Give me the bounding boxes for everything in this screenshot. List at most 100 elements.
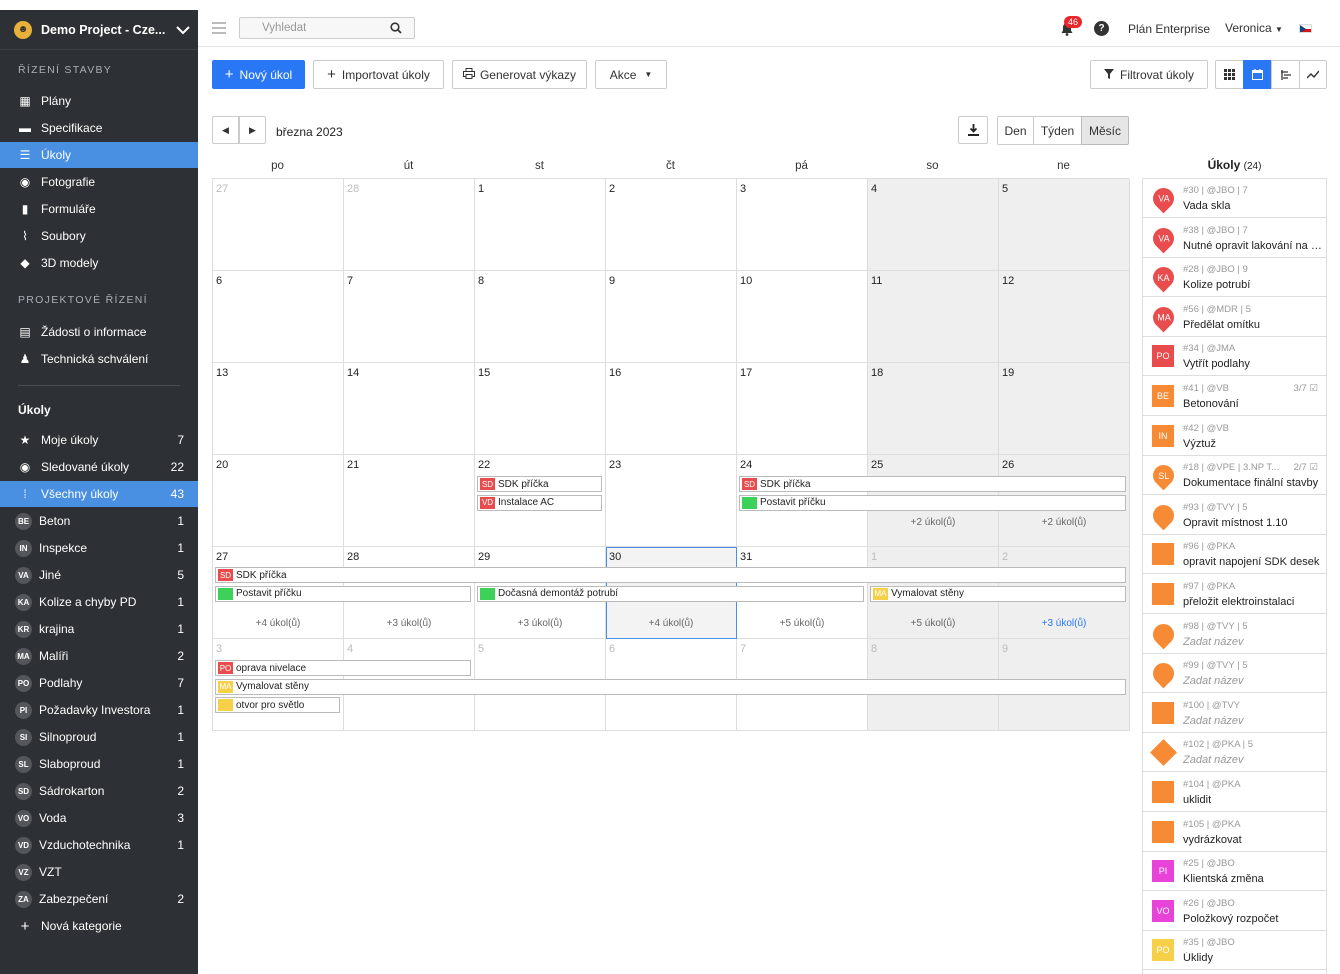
calendar-day-cell[interactable]: 23 [606, 455, 737, 547]
task-list-item[interactable]: #96 | @PKA opravit napojení SDK desek [1143, 535, 1326, 575]
calendar-day-cell[interactable]: 27 [213, 179, 344, 271]
task-list-item[interactable]: #104 | @PKA uklidit [1143, 773, 1326, 812]
sidebar-item-document[interactable]: ▤ Žádosti o informace [0, 319, 198, 345]
task-filter-item[interactable]: ⁞ Všechny úkoly 43 [0, 481, 198, 507]
actions-dropdown[interactable]: Akce ▼ [595, 60, 667, 89]
sidebar-item-paperclip[interactable]: ⌇ Soubory [0, 223, 198, 249]
calendar-event[interactable]: MA Vymalovat stěny [870, 585, 1126, 602]
filter-tasks-button[interactable]: Filtrovat úkoly [1090, 60, 1208, 89]
more-tasks-link[interactable]: +2 úkol(ů) [868, 517, 998, 528]
category-item[interactable]: PI Požadavky Investora 1 [0, 697, 198, 723]
category-item[interactable]: VA Jiné 5 [0, 562, 198, 588]
category-item[interactable]: SI Silnoproud 1 [0, 724, 198, 750]
category-item[interactable]: VO Voda 3 [0, 805, 198, 831]
new-task-button[interactable]: + Nový úkol [212, 60, 305, 89]
task-list-item[interactable]: KA #28 | @JBO | 9 Kolize potrubí [1143, 258, 1326, 298]
task-list-item[interactable]: SL #18 | @VPE | 3.NP T... Dokumentace finá… [1143, 456, 1326, 496]
calendar-day-cell[interactable]: 10 [737, 271, 868, 363]
sidebar-item-cube[interactable]: ◆ 3D modely [0, 250, 198, 276]
calendar-day-cell[interactable]: 7 [344, 271, 475, 363]
task-list-item[interactable]: VA #38 | @JBO | 7 Nutné opravit lakování n… [1143, 219, 1326, 258]
calendar-event[interactable]: otvor pro světlo [215, 697, 340, 713]
task-list-item[interactable]: PO #34 | @JMA Vytřít podlahy [1143, 337, 1326, 377]
task-list-item[interactable]: #102 | @PKA | 5 Zadat název [1143, 733, 1326, 773]
calendar-event[interactable]: Dočasná demontáž potrubí [477, 585, 864, 602]
calendar-view-button[interactable] [1243, 60, 1272, 89]
category-item[interactable]: PO Podlahy 7 [0, 670, 198, 696]
gantt-view-button[interactable] [1271, 60, 1300, 89]
download-button[interactable] [958, 116, 988, 144]
category-item[interactable]: ZA Zabezpečení 2 [0, 886, 198, 912]
plan-label[interactable]: Plán Enterprise [1128, 22, 1210, 36]
sidebar-item-clipboard[interactable]: ▮ Formuláře [0, 196, 198, 222]
category-item[interactable]: VD Vzduchotechnika 1 [0, 832, 198, 858]
hamburger-icon[interactable] [212, 22, 226, 34]
generate-reports-button[interactable]: Generovat výkazy [452, 60, 587, 89]
view-week-button[interactable]: Týden [1033, 116, 1082, 145]
calendar-event[interactable]: SD SDK příčka [739, 476, 1126, 492]
more-tasks-link[interactable]: +3 úkol(ů) [475, 618, 605, 629]
calendar-day-cell[interactable]: 18 [868, 363, 999, 455]
task-filter-item[interactable]: ★ Moje úkoly 7 [0, 427, 198, 453]
calendar-day-cell[interactable]: 13 [213, 363, 344, 455]
calendar-day-cell[interactable]: 15 [475, 363, 606, 455]
grid-view-button[interactable] [1215, 60, 1244, 89]
chart-view-button[interactable] [1299, 60, 1327, 89]
task-list-item[interactable]: VA #30 | @JBO | 7 Vada skla [1143, 179, 1326, 218]
task-list-item[interactable]: #100 | @TVY Zadat název [1143, 694, 1326, 733]
more-tasks-link[interactable]: +4 úkol(ů) [213, 618, 343, 629]
calendar-event[interactable]: SD SDK příčka [215, 567, 1126, 583]
task-list-item[interactable]: MA #56 | @MDR | 5 Předělat omítku [1143, 298, 1326, 337]
search-input[interactable]: Vyhledat [239, 17, 415, 39]
calendar-day-cell[interactable]: 2 [606, 179, 737, 271]
calendar-event[interactable]: MA Vymalovat stěny [215, 678, 1126, 695]
calendar-day-cell[interactable]: 20 [213, 455, 344, 547]
calendar-day-cell[interactable]: 4 [868, 179, 999, 271]
calendar-day-cell[interactable]: 16 [606, 363, 737, 455]
more-tasks-link[interactable]: +5 úkol(ů) [868, 618, 998, 629]
calendar-event[interactable]: Postavit příčku [215, 585, 471, 602]
calendar-day-cell[interactable]: 17 [737, 363, 868, 455]
calendar-event[interactable]: Postavit příčku [739, 494, 1126, 511]
calendar-day-cell[interactable]: 14 [344, 363, 475, 455]
task-filter-item[interactable]: ◉ Sledované úkoly 22 [0, 454, 198, 480]
view-day-button[interactable]: Den [997, 116, 1034, 145]
more-tasks-link[interactable]: +3 úkol(ů) [999, 618, 1129, 629]
task-list-item[interactable]: #105 | @PKA vydrázkovat [1143, 813, 1326, 852]
task-list-item[interactable]: #97 | @PKA přeložit elektroinstalaci [1143, 575, 1326, 614]
sidebar-item-list[interactable]: ☰ Úkoly [0, 142, 198, 168]
sidebar-item-book[interactable]: ▬ Specifikace [0, 115, 198, 141]
chevron-down-icon[interactable] [168, 22, 198, 38]
import-tasks-button[interactable]: + Importovat úkoly [313, 60, 444, 89]
category-item[interactable]: BE Beton 1 [0, 508, 198, 534]
search-icon[interactable] [390, 22, 402, 34]
calendar-day-cell[interactable]: 8 [475, 271, 606, 363]
category-item[interactable]: SD Sádrokarton 2 [0, 778, 198, 804]
category-item[interactable]: VZ VZT [0, 859, 198, 885]
task-list-item[interactable]: #98 | @TVY | 5 Zadat název [1143, 615, 1326, 654]
prev-month-button[interactable]: ◀ [212, 116, 239, 144]
task-list-item[interactable]: #93 | @TVY | 5 Opravit místnost 1.10 [1143, 496, 1326, 535]
calendar-day-cell[interactable]: 12 [999, 271, 1130, 363]
calendar-day-cell[interactable]: 21 [344, 455, 475, 547]
calendar-day-cell[interactable]: 1 [475, 179, 606, 271]
more-tasks-link[interactable]: +5 úkol(ů) [737, 618, 867, 629]
calendar-day-cell[interactable]: 9 [606, 271, 737, 363]
new-category-button[interactable]: + Nová kategorie [0, 913, 198, 939]
calendar-day-cell[interactable]: 28 [344, 179, 475, 271]
calendar-day-cell[interactable]: 3 [737, 179, 868, 271]
calendar-event[interactable]: VD Instalace AC [477, 494, 602, 511]
task-list-item[interactable]: VO #26 | @JBO Položkový rozpočet [1143, 892, 1326, 931]
task-list-item[interactable]: #99 | @TVY | 5 Zadat název [1143, 654, 1326, 694]
more-tasks-link[interactable]: +2 úkol(ů) [999, 517, 1129, 528]
task-list-item[interactable]: PI #25 | @JBO Klientská změna [1143, 852, 1326, 892]
calendar-day-cell[interactable]: 11 [868, 271, 999, 363]
category-item[interactable]: KR krajina 1 [0, 616, 198, 642]
category-item[interactable]: MA Malíři 2 [0, 643, 198, 669]
calendar-day-cell[interactable]: 19 [999, 363, 1130, 455]
user-menu[interactable]: Veronica ▼ [1225, 21, 1283, 35]
more-tasks-link[interactable]: +4 úkol(ů) [606, 618, 736, 629]
sidebar-item-stamp[interactable]: ♟ Technická schválení [0, 346, 198, 372]
task-list-item[interactable]: BE #41 | @VB Betonování 3/7 ☑ [1143, 377, 1326, 416]
category-item[interactable]: IN Inspekce 1 [0, 535, 198, 561]
